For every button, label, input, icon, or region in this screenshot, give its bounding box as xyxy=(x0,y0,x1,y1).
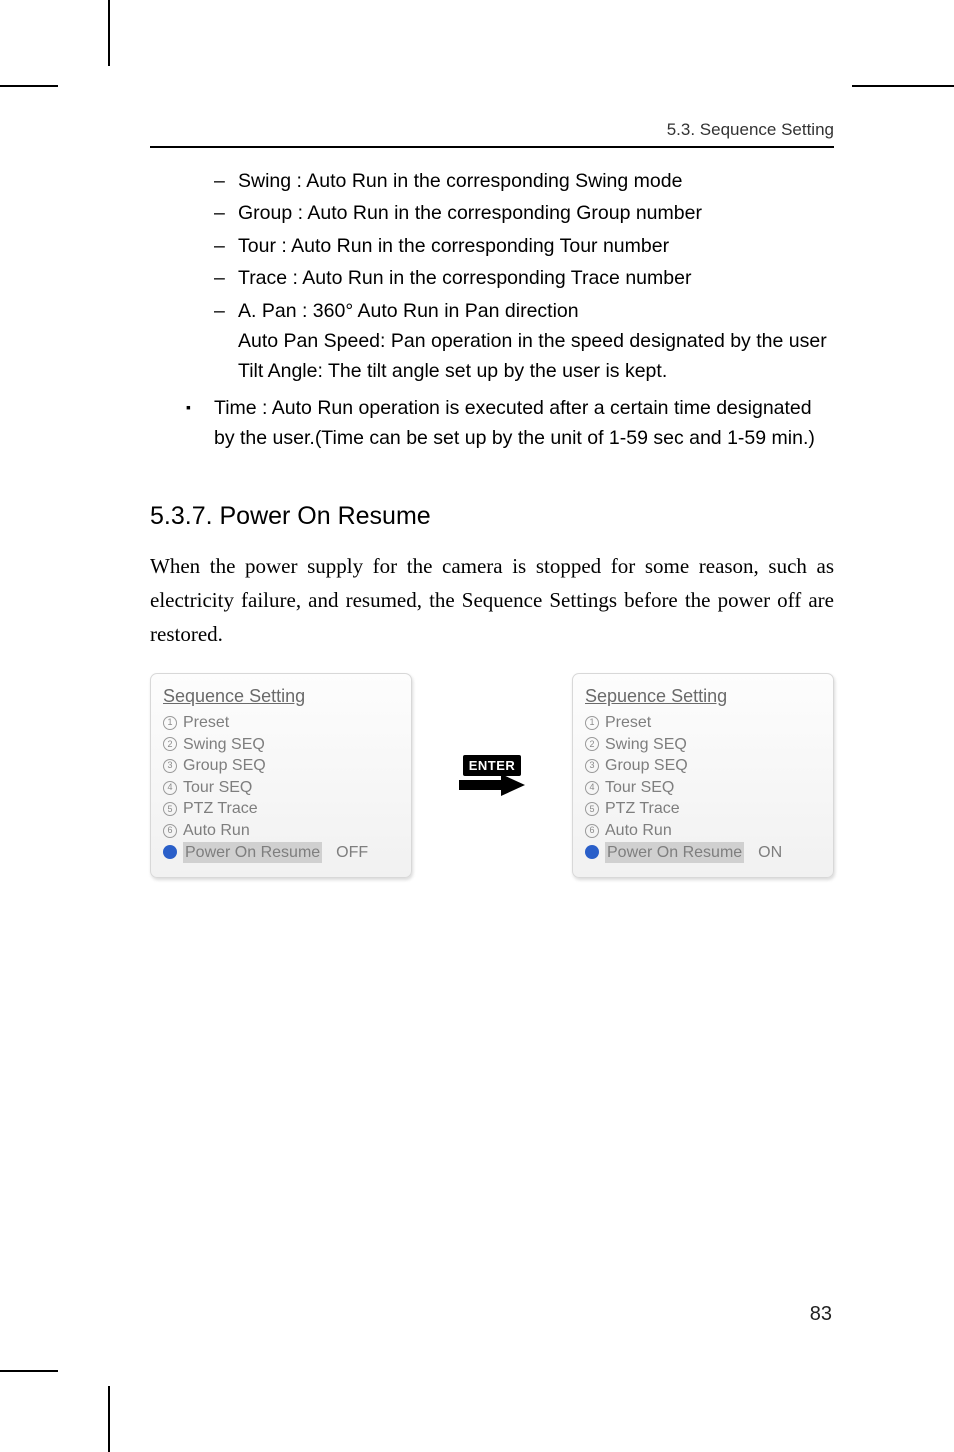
list-item-time: Time : Auto Run operation is executed af… xyxy=(186,393,834,454)
list-item-swing: Swing : Auto Run in the corresponding Sw… xyxy=(214,166,834,196)
panel-right-item: 3 Group SEQ xyxy=(585,755,821,777)
section-heading: 5.3.7. Power On Resume xyxy=(150,502,834,531)
panel-item-label: PTZ Trace xyxy=(605,798,680,820)
circled-number-icon: 1 xyxy=(163,716,177,730)
circled-number-icon: 3 xyxy=(585,759,599,773)
panel-right-title: Sepuence Setting xyxy=(585,684,727,708)
circled-number-icon: 4 xyxy=(585,781,599,795)
circled-number-icon: 3 xyxy=(163,759,177,773)
page-number: 83 xyxy=(810,1303,832,1326)
panel-left-item: 1 Preset xyxy=(163,712,399,734)
enter-arrow: ENTER xyxy=(459,755,525,796)
bullet-icon: 7 xyxy=(163,845,177,859)
panel-item-label: Swing SEQ xyxy=(183,734,265,756)
panel-right-item: 5 PTZ Trace xyxy=(585,798,821,820)
panel-left-item: 6 Auto Run xyxy=(163,820,399,842)
crop-mark xyxy=(108,0,110,66)
panel-power-label: Power On Resume xyxy=(183,842,322,864)
dash-list: Swing : Auto Run in the corresponding Sw… xyxy=(214,166,834,387)
panel-power-label: Power On Resume xyxy=(605,842,744,864)
panel-item-label: Tour SEQ xyxy=(183,777,252,799)
square-list: Time : Auto Run operation is executed af… xyxy=(186,393,834,454)
panel-item-label: Preset xyxy=(183,712,229,734)
panel-item-label: Auto Run xyxy=(183,820,250,842)
content-area: 5.3. Sequence Setting Swing : Auto Run i… xyxy=(150,120,834,878)
panel-item-label: PTZ Trace xyxy=(183,798,258,820)
panel-power-value: ON xyxy=(758,842,782,864)
panel-right-item: 6 Auto Run xyxy=(585,820,821,842)
crop-mark xyxy=(108,1386,110,1452)
panel-right-item: 1 Preset xyxy=(585,712,821,734)
panel-right-item: 2 Swing SEQ xyxy=(585,734,821,756)
body-paragraph: When the power supply for the camera is … xyxy=(150,549,834,651)
list-item-tour: Tour : Auto Run in the corresponding Tou… xyxy=(214,231,834,261)
panel-left-item: 3 Group SEQ xyxy=(163,755,399,777)
circled-number-icon: 2 xyxy=(163,737,177,751)
apan-line2: Auto Pan Speed: Pan operation in the spe… xyxy=(238,326,834,356)
crop-mark xyxy=(852,85,954,87)
panel-left-item: 4 Tour SEQ xyxy=(163,777,399,799)
panels-row: Sequence Setting 1 Preset 2 Swing SEQ 3 Gro… xyxy=(150,673,834,878)
bullet-icon: 7 xyxy=(585,845,599,859)
list-item-group: Group : Auto Run in the corresponding Gr… xyxy=(214,198,834,228)
panel-item-label: Preset xyxy=(605,712,651,734)
page: 5.3. Sequence Setting Swing : Auto Run i… xyxy=(0,0,954,1452)
panel-item-label: Tour SEQ xyxy=(605,777,674,799)
crop-mark xyxy=(0,85,58,87)
circled-number-icon: 6 xyxy=(585,824,599,838)
panel-item-label: Group SEQ xyxy=(183,755,266,777)
panel-left: Sequence Setting 1 Preset 2 Swing SEQ 3 Gro… xyxy=(150,673,412,878)
circled-number-icon: 6 xyxy=(163,824,177,838)
panel-left-title: Sequence Setting xyxy=(163,684,305,708)
panel-left-item: 2 Swing SEQ xyxy=(163,734,399,756)
circled-number-icon: 5 xyxy=(163,802,177,816)
panel-item-label: Group SEQ xyxy=(605,755,688,777)
apan-line3: Tilt Angle: The tilt angle set up by the… xyxy=(238,356,834,386)
enter-badge: ENTER xyxy=(463,755,522,776)
panel-item-label: Swing SEQ xyxy=(605,734,687,756)
panel-power-value: OFF xyxy=(336,842,368,864)
panel-right-item: 4 Tour SEQ xyxy=(585,777,821,799)
panel-right-power-item: 7 Power On Resume ON xyxy=(585,842,821,864)
list-item-apan: A. Pan : 360° Auto Run in Pan direction … xyxy=(214,296,834,387)
list-item-trace: Trace : Auto Run in the corresponding Tr… xyxy=(214,263,834,293)
panel-item-label: Auto Run xyxy=(605,820,672,842)
panel-left-power-item: 7 Power On Resume OFF xyxy=(163,842,399,864)
crop-mark xyxy=(0,1370,58,1372)
panel-left-item: 5 PTZ Trace xyxy=(163,798,399,820)
circled-number-icon: 4 xyxy=(163,781,177,795)
panel-right: Sepuence Setting 1 Preset 2 Swing SEQ 3 Gro… xyxy=(572,673,834,878)
circled-number-icon: 1 xyxy=(585,716,599,730)
circled-number-icon: 5 xyxy=(585,802,599,816)
arrow-right-icon xyxy=(459,774,525,796)
apan-line1: A. Pan : 360° Auto Run in Pan direction xyxy=(238,296,834,326)
running-header: 5.3. Sequence Setting xyxy=(150,120,834,148)
circled-number-icon: 2 xyxy=(585,737,599,751)
